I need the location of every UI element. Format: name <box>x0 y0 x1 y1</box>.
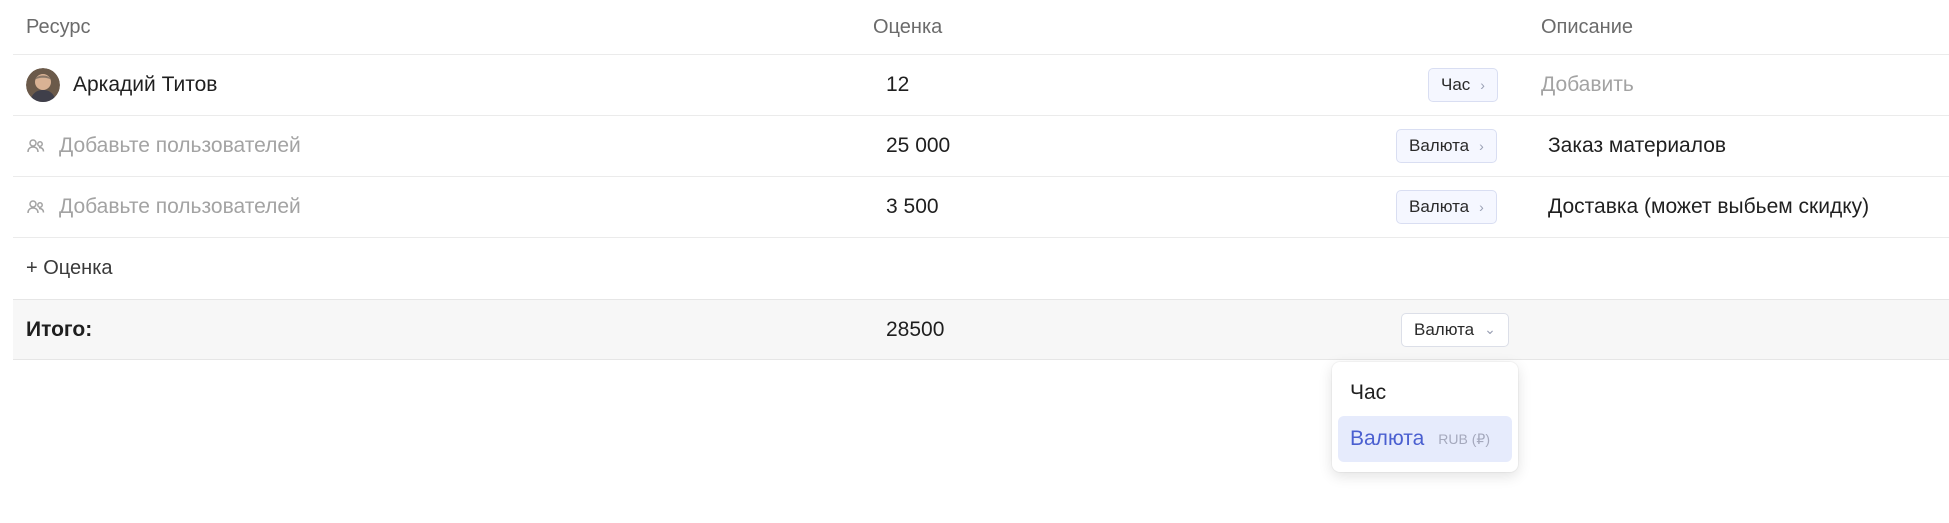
resource-name: Аркадий Титов <box>73 73 218 96</box>
users-icon <box>26 136 46 156</box>
estimate-value-cell[interactable]: 12 <box>873 55 909 115</box>
description-cell[interactable]: Добавить <box>1541 55 1634 115</box>
add-users-placeholder: Добавьте пользователей <box>59 195 301 218</box>
dropdown-option-currency[interactable]: Валюта RUB (₽) <box>1338 416 1512 462</box>
description-text: Доставка (может выбьем скидку) <box>1548 195 1870 218</box>
chevron-down-icon: ⌄ <box>1484 321 1496 337</box>
table-row: Добавьте пользователей 3 500 Валюта › До… <box>13 177 1949 238</box>
add-estimate-button[interactable]: + Оценка <box>26 257 113 280</box>
table-row: Аркадий Титов 12 Час › Добавить <box>13 55 1949 116</box>
estimate-value-cell[interactable]: 25 000 <box>873 116 950 176</box>
option-label: Час <box>1350 381 1387 404</box>
estimates-table: Ресурс Оценка Описание Аркадий Титов 12 <box>13 0 1949 360</box>
unit-label: Валюта <box>1409 136 1470 155</box>
chevron-right-icon: › <box>1480 77 1485 93</box>
currency-code: RUB (₽) <box>1438 430 1490 447</box>
users-icon <box>26 197 46 217</box>
dropdown-option-hour[interactable]: Час <box>1338 370 1512 416</box>
description-cell[interactable]: Заказ материалов <box>1541 116 1726 176</box>
option-label: Валюта <box>1350 427 1425 450</box>
header-resource: Ресурс <box>26 15 91 38</box>
resource-cell[interactable]: Аркадий Титов <box>26 55 217 115</box>
unit-label: Валюта <box>1414 319 1475 339</box>
unit-button[interactable]: Валюта › <box>1396 190 1497 224</box>
description-placeholder: Добавить <box>1541 73 1634 96</box>
table-row: Добавьте пользователей 25 000 Валюта › З… <box>13 116 1949 177</box>
resource-cell[interactable]: Добавьте пользователей <box>26 116 301 176</box>
total-label: Итого: <box>26 317 93 341</box>
estimate-value: 25 000 <box>886 134 951 157</box>
unit-label: Час <box>1441 75 1471 94</box>
add-users-placeholder: Добавьте пользователей <box>59 134 301 157</box>
table-header: Ресурс Оценка Описание <box>13 0 1949 55</box>
estimate-value: 3 500 <box>886 195 939 218</box>
total-value: 28500 <box>886 317 945 341</box>
header-description: Описание <box>1541 15 1634 38</box>
chevron-right-icon: › <box>1479 199 1484 215</box>
unit-dropdown: Час Валюта RUB (₽) <box>1332 362 1518 472</box>
estimate-value-cell[interactable]: 3 500 <box>873 177 939 237</box>
chevron-right-icon: › <box>1479 138 1484 154</box>
total-row: Итого: 28500 Валюта ⌄ <box>13 299 1949 360</box>
unit-button[interactable]: Час › <box>1428 68 1498 102</box>
total-unit-select[interactable]: Валюта ⌄ <box>1401 312 1509 347</box>
resource-cell[interactable]: Добавьте пользователей <box>26 177 301 237</box>
description-cell[interactable]: Доставка (может выбьем скидку) <box>1541 177 1869 237</box>
unit-label: Валюта <box>1409 197 1470 216</box>
add-estimate-row: + Оценка <box>13 238 1949 299</box>
unit-button[interactable]: Валюта › <box>1396 129 1497 163</box>
estimate-value: 12 <box>886 73 910 96</box>
user-avatar <box>26 68 60 102</box>
header-estimate: Оценка <box>873 15 943 38</box>
description-text: Заказ материалов <box>1548 134 1727 157</box>
